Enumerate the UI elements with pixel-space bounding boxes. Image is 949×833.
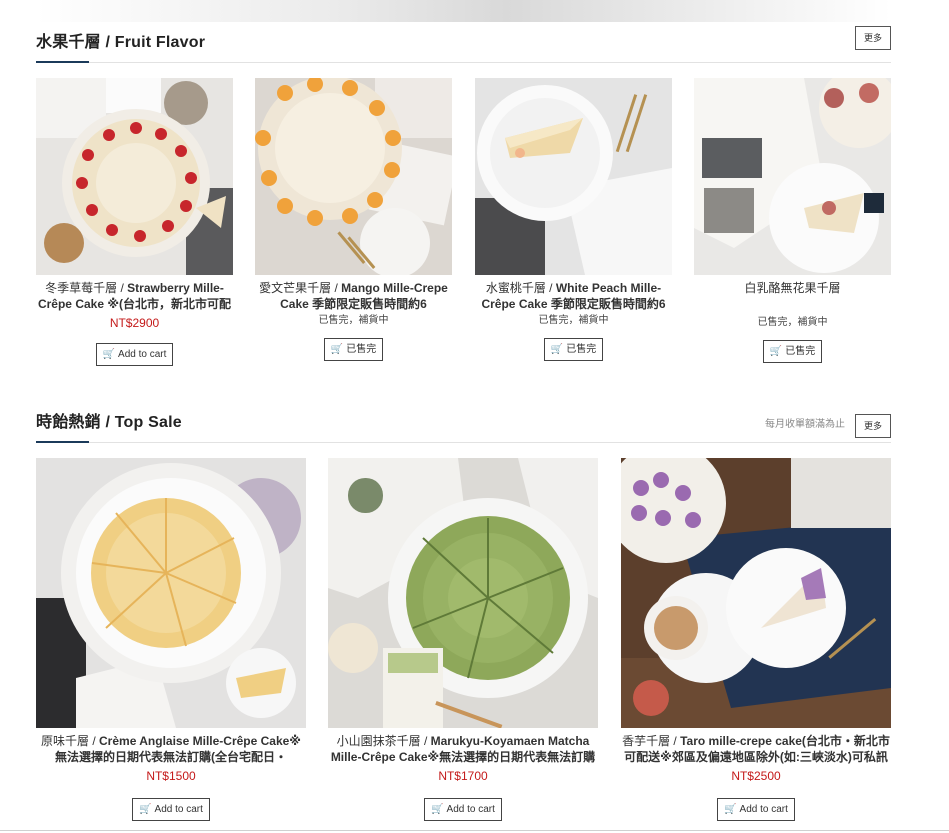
product-name[interactable]: 小山園抹茶千層 / Marukyu-Koyamaen Matcha Mille-…: [328, 733, 598, 765]
fruit-flavor-section: 水果千層 / Fruit Flavor 更多: [36, 26, 891, 65]
product-image-taro[interactable]: [621, 458, 891, 728]
product-name[interactable]: 香芋千層 / Taro mille-crepe cake(台北市・新北市可配送※…: [621, 733, 891, 765]
product-image-mango[interactable]: [255, 78, 452, 275]
product-name[interactable]: 水蜜桃千層 / White Peach Mille-Crêpe Cake 季節限…: [475, 280, 672, 312]
add-to-cart-button[interactable]: 🛒 Add to cart: [132, 798, 210, 821]
cart-icon: 🛒: [330, 344, 344, 355]
product-image-peach[interactable]: [475, 78, 672, 275]
add-to-cart-button[interactable]: 🛒 Add to cart: [717, 798, 795, 821]
product-card: 白乳酪無花果千層 已售完，補貨中 🛒 已售完: [694, 78, 891, 363]
product-name[interactable]: 白乳酪無花果千層: [694, 280, 891, 296]
sold-out-button[interactable]: 🛒 已售完: [762, 340, 823, 363]
cart-icon: 🛒: [139, 804, 152, 815]
stock-status: 已售完，補貨中: [318, 315, 389, 326]
cart-icon: 🛒: [769, 346, 783, 357]
cart-icon: 🛒: [550, 344, 564, 355]
section-title: 時飴熱銷 / Top Sale: [36, 414, 182, 431]
sold-out-button[interactable]: 🛒 已售完: [543, 338, 604, 361]
section-divider: [36, 62, 891, 63]
footer-divider: [0, 830, 949, 831]
product-card: 冬季草莓千層 / Strawberry Mille-Crêpe Cake ※(台…: [36, 78, 233, 366]
add-to-cart-button[interactable]: 🛒 Add to cart: [95, 343, 174, 366]
sold-out-button[interactable]: 🛒 已售完: [323, 338, 384, 361]
product-card: 愛文芒果千層 / Mango Mille-Crepe Cake 季節限定販售時間…: [255, 78, 452, 361]
product-image-original[interactable]: [36, 458, 306, 728]
product-price: NT$2900: [109, 316, 160, 330]
more-button[interactable]: 更多: [855, 414, 891, 438]
product-name[interactable]: 愛文芒果千層 / Mango Mille-Crepe Cake 季節限定販售時間…: [255, 280, 452, 312]
section-divider: [36, 442, 891, 443]
cart-icon: 🛒: [431, 804, 444, 815]
more-button[interactable]: 更多: [855, 26, 891, 50]
product-image-matcha[interactable]: [328, 458, 598, 728]
stock-status: 已售完，補貨中: [757, 317, 828, 328]
product-image-fig[interactable]: [694, 78, 891, 275]
section-accent-bar: [36, 61, 89, 63]
cart-icon: 🛒: [724, 804, 737, 815]
product-price: NT$1500: [146, 769, 196, 783]
product-card: 原味千層 / Crème Anglaise Mille-Crêpe Cake※無…: [36, 458, 306, 821]
section-header: 時飴熱銷 / Top Sale 每月收單額滿為止 更多: [36, 413, 891, 445]
add-to-cart-button[interactable]: 🛒 Add to cart: [424, 798, 502, 821]
product-card: 水蜜桃千層 / White Peach Mille-Crêpe Cake 季節限…: [475, 78, 672, 361]
section-header: 水果千層 / Fruit Flavor 更多: [36, 26, 891, 65]
stock-status: 已售完，補貨中: [538, 315, 609, 326]
section-accent-bar: [36, 441, 89, 443]
product-name[interactable]: 冬季草莓千層 / Strawberry Mille-Crêpe Cake ※(台…: [36, 280, 233, 312]
top-banner-fade: [36, 0, 891, 22]
product-price: NT$1700: [438, 769, 488, 783]
top-sale-section: 時飴熱銷 / Top Sale 每月收單額滿為止 更多: [36, 413, 891, 445]
product-name[interactable]: 原味千層 / Crème Anglaise Mille-Crêpe Cake※無…: [36, 733, 306, 765]
cart-icon: 🛒: [102, 349, 116, 360]
section-note: 每月收單額滿為止: [765, 419, 845, 430]
product-image-strawberry[interactable]: [36, 78, 233, 275]
product-price: NT$2500: [731, 769, 781, 783]
section-title: 水果千層 / Fruit Flavor: [36, 34, 206, 51]
product-card: 香芋千層 / Taro mille-crepe cake(台北市・新北市可配送※…: [621, 458, 891, 821]
product-card: 小山園抹茶千層 / Marukyu-Koyamaen Matcha Mille-…: [328, 458, 598, 821]
